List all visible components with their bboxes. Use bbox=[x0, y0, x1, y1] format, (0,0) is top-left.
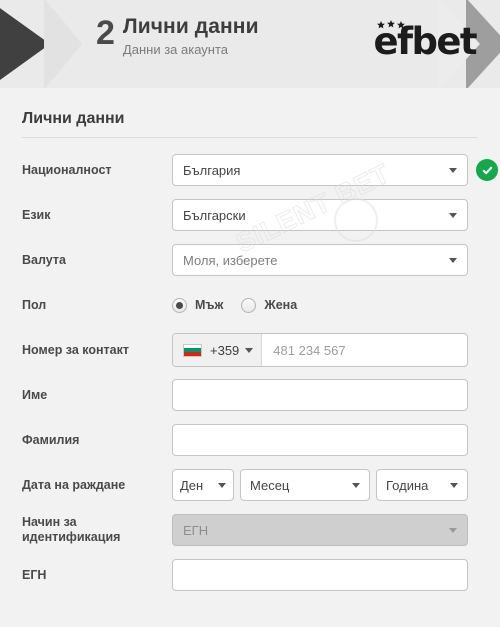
last-name-input[interactable] bbox=[172, 424, 468, 456]
page-subtitle: Данни за акаунта bbox=[122, 42, 228, 57]
radio-unselected-icon[interactable] bbox=[241, 297, 257, 313]
label-language: Език bbox=[22, 207, 51, 222]
label-id-method: Начин за идентификация bbox=[22, 515, 172, 545]
first-name-input[interactable] bbox=[172, 379, 468, 411]
gender-option-male-label: Мъж bbox=[195, 298, 224, 312]
gender-option-female-label: Жена bbox=[264, 298, 298, 312]
row-egn: ЕГН bbox=[0, 558, 500, 592]
efbet-logo[interactable]: efbet bbox=[374, 20, 478, 66]
personal-details-form: Лични данни Националност България Език Б… bbox=[0, 110, 500, 592]
chevron-down-icon bbox=[449, 257, 457, 263]
birth-day-select[interactable]: Ден bbox=[172, 469, 234, 501]
country-code-value: +359 bbox=[210, 342, 240, 358]
label-id-method-line1: Начин за bbox=[22, 515, 77, 529]
birth-date-group: Ден Месец Година bbox=[172, 469, 468, 501]
language-select[interactable]: Български bbox=[172, 199, 468, 231]
row-currency: Валута Моля, изберете bbox=[0, 243, 500, 277]
row-first-name: Име bbox=[0, 378, 500, 412]
id-method-value: ЕГН bbox=[183, 522, 209, 538]
label-id-method-line2: идентификация bbox=[22, 530, 121, 544]
label-phone: Номер за контакт bbox=[22, 342, 130, 357]
row-last-name: Фамилия bbox=[0, 423, 500, 457]
chevron-down-icon bbox=[449, 527, 457, 533]
currency-value: Моля, изберете bbox=[183, 252, 278, 268]
phone-field: +359 481 234 567 bbox=[172, 333, 468, 367]
nationality-select[interactable]: България bbox=[172, 154, 468, 186]
egn-input[interactable] bbox=[172, 559, 468, 591]
country-code-select[interactable]: +359 bbox=[173, 334, 263, 366]
chevron-down-icon bbox=[218, 482, 226, 488]
label-currency: Валута bbox=[22, 252, 66, 267]
chevron-down-icon bbox=[245, 347, 254, 353]
section-title: Лични данни bbox=[22, 110, 125, 127]
gender-option-female[interactable]: Жена bbox=[241, 297, 298, 313]
step-indicator: 2 Лични данни Данни за акаунта bbox=[96, 14, 259, 58]
birth-month-value: Месец bbox=[250, 477, 290, 493]
row-gender: Пол Мъж Жена bbox=[0, 288, 500, 322]
row-phone: Номер за контакт +359 481 234 567 bbox=[0, 333, 500, 367]
step-number: 2 bbox=[96, 14, 115, 52]
row-language: Език Български bbox=[0, 198, 500, 232]
chevron-down-icon bbox=[352, 482, 360, 488]
page-header: 2 Лични данни Данни за акаунта efbet bbox=[0, 0, 500, 88]
label-egn: ЕГН bbox=[22, 567, 47, 582]
gender-option-male[interactable]: Мъж bbox=[172, 297, 224, 313]
phone-number-input[interactable]: 481 234 567 bbox=[262, 334, 467, 366]
label-last-name: Фамилия bbox=[22, 432, 80, 447]
page-title: Лични данни bbox=[122, 15, 259, 38]
row-nationality: Националност България bbox=[0, 153, 500, 187]
birth-year-select[interactable]: Година bbox=[376, 469, 468, 501]
radio-selected-icon[interactable] bbox=[172, 297, 187, 313]
nationality-valid-badge bbox=[476, 159, 498, 181]
nationality-value: България bbox=[183, 162, 241, 178]
birth-year-value: Година bbox=[386, 477, 429, 493]
chevron-down-icon bbox=[449, 212, 457, 218]
currency-select[interactable]: Моля, изберете bbox=[172, 244, 468, 276]
check-icon bbox=[482, 166, 492, 174]
birth-day-value: Ден bbox=[180, 477, 204, 493]
row-birth-date: Дата на раждане Ден Месец Година bbox=[0, 468, 500, 502]
bulgaria-flag-icon bbox=[183, 343, 202, 357]
birth-month-select[interactable]: Месец bbox=[240, 469, 370, 501]
label-birth-date: Дата на раждане bbox=[22, 477, 126, 492]
id-method-select: ЕГН bbox=[172, 514, 468, 546]
label-first-name: Име bbox=[22, 387, 48, 402]
row-id-method: Начин за идентификация ЕГН bbox=[0, 513, 500, 547]
label-nationality: Националност bbox=[22, 162, 112, 177]
chevron-down-icon bbox=[449, 167, 457, 173]
gender-radio-group: Мъж Жена bbox=[172, 297, 315, 313]
language-value: Български bbox=[183, 207, 246, 223]
chevron-down-icon bbox=[450, 482, 458, 488]
logo-stars-icon bbox=[376, 20, 405, 29]
label-gender: Пол bbox=[22, 297, 47, 312]
